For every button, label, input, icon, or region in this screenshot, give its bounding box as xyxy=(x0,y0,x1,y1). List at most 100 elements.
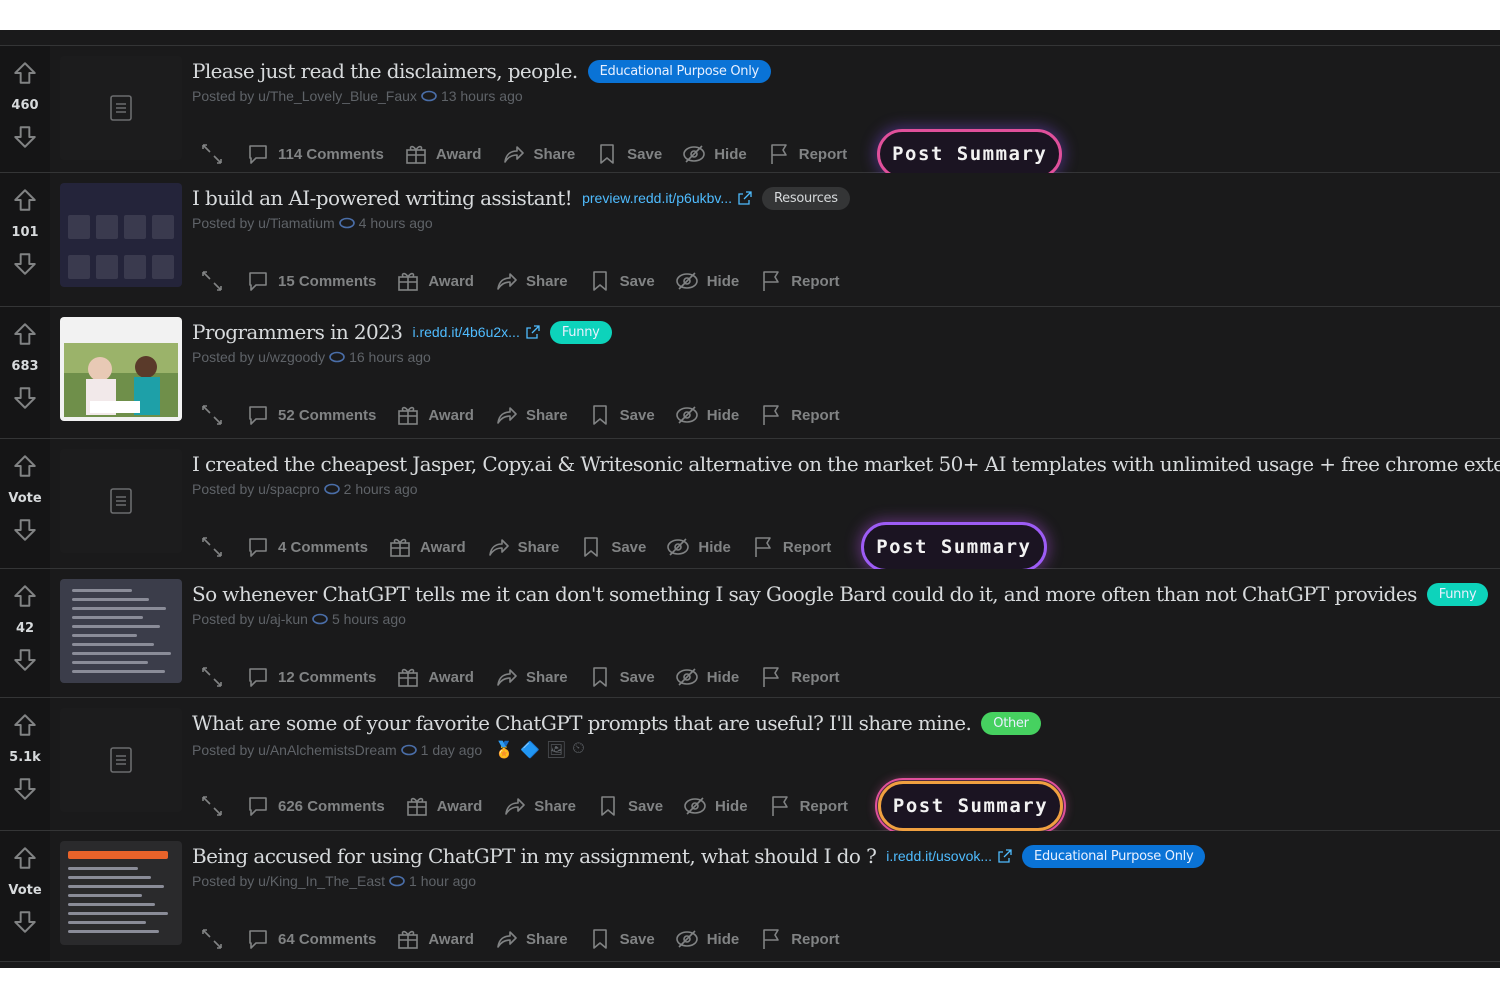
hide-button[interactable]: Hide xyxy=(665,921,750,957)
downvote-button[interactable] xyxy=(10,122,40,152)
post-card[interactable]: Vote Being accused for using ChatGPT in … xyxy=(0,831,1500,962)
post-author[interactable]: Posted by u/The_Lovely_Blue_Faux xyxy=(192,88,417,104)
expand-button[interactable] xyxy=(192,659,236,695)
post-title[interactable]: Being accused for using ChatGPT in my as… xyxy=(192,844,877,868)
expand-button[interactable] xyxy=(192,788,236,824)
post-summary-button[interactable]: Post Summary xyxy=(874,778,1067,834)
hide-button[interactable]: Hide xyxy=(665,263,750,299)
hide-button[interactable]: Hide xyxy=(665,397,750,433)
post-author[interactable]: Posted by u/aj-kun xyxy=(192,611,308,627)
comments-button[interactable]: 114 Comments xyxy=(236,136,394,172)
post-author[interactable]: Posted by u/spacpro xyxy=(192,481,320,497)
share-button[interactable]: Share xyxy=(484,263,578,299)
post-flair[interactable]: Educational Purpose Only xyxy=(587,59,771,83)
save-button[interactable]: Save xyxy=(586,788,673,824)
award-button[interactable]: Award xyxy=(386,397,484,433)
hide-button[interactable]: Hide xyxy=(673,788,758,824)
hide-button[interactable]: Hide xyxy=(672,136,757,172)
share-button[interactable]: Share xyxy=(484,659,578,695)
expand-button[interactable] xyxy=(192,397,236,433)
post-card[interactable]: 683 Programmers in 2023 i.redd.it/4b6u2x… xyxy=(0,307,1500,439)
hide-button[interactable]: Hide xyxy=(656,529,741,565)
award-button[interactable]: Award xyxy=(386,263,484,299)
share-button[interactable]: Share xyxy=(484,921,578,957)
external-link[interactable]: preview.redd.it/p6ukbv... xyxy=(582,190,752,206)
downvote-button[interactable] xyxy=(10,515,40,545)
share-button[interactable]: Share xyxy=(491,136,585,172)
comments-button[interactable]: 4 Comments xyxy=(236,529,378,565)
comments-button[interactable]: 52 Comments xyxy=(236,397,386,433)
post-flair[interactable]: Funny xyxy=(1426,582,1489,606)
post-summary-button[interactable]: Post Summary xyxy=(861,522,1047,572)
post-title[interactable]: I build an AI-powered writing assistant! xyxy=(192,186,573,210)
upvote-button[interactable] xyxy=(10,185,40,215)
post-author[interactable]: Posted by u/AnAlchemistsDream xyxy=(192,742,397,758)
save-button[interactable]: Save xyxy=(578,659,665,695)
award-button[interactable]: Award xyxy=(395,788,493,824)
comments-button[interactable]: 12 Comments xyxy=(236,659,386,695)
upvote-button[interactable] xyxy=(10,710,40,740)
post-flair[interactable]: Resources xyxy=(762,186,850,210)
downvote-button[interactable] xyxy=(10,645,40,675)
save-button[interactable]: Save xyxy=(569,529,656,565)
post-thumbnail[interactable] xyxy=(60,317,182,421)
post-title[interactable]: Please just read the disclaimers, people… xyxy=(192,59,578,83)
share-button[interactable]: Share xyxy=(476,529,570,565)
post-author[interactable]: Posted by u/King_In_The_East xyxy=(192,873,385,889)
downvote-button[interactable] xyxy=(10,907,40,937)
downvote-button[interactable] xyxy=(10,774,40,804)
expand-button[interactable] xyxy=(192,136,236,172)
report-button[interactable]: Report xyxy=(749,397,849,433)
post-thumbnail[interactable] xyxy=(60,708,182,812)
upvote-button[interactable] xyxy=(10,581,40,611)
share-button[interactable]: Share xyxy=(484,397,578,433)
post-title[interactable]: I created the cheapest Jasper, Copy.ai &… xyxy=(192,452,1500,476)
upvote-button[interactable] xyxy=(10,319,40,349)
save-button[interactable]: Save xyxy=(585,136,672,172)
external-link[interactable]: i.redd.it/usovok... xyxy=(886,848,1012,864)
report-button[interactable]: Report xyxy=(757,136,857,172)
report-button[interactable]: Report xyxy=(758,788,858,824)
comments-button[interactable]: 626 Comments xyxy=(236,788,395,824)
report-button[interactable]: Report xyxy=(749,263,849,299)
save-button[interactable]: Save xyxy=(578,263,665,299)
post-thumbnail[interactable] xyxy=(60,449,182,553)
report-button[interactable]: Report xyxy=(749,659,849,695)
share-button[interactable]: Share xyxy=(492,788,586,824)
post-card[interactable]: 101 I build an AI-powered writing assist… xyxy=(0,173,1500,307)
award-button[interactable]: Award xyxy=(394,136,492,172)
award-button[interactable]: Award xyxy=(386,921,484,957)
award-button[interactable]: Award xyxy=(378,529,476,565)
post-title[interactable]: So whenever ChatGPT tells me it can don'… xyxy=(192,582,1417,606)
post-author[interactable]: Posted by u/Tiamatium xyxy=(192,215,335,231)
upvote-button[interactable] xyxy=(10,843,40,873)
post-author[interactable]: Posted by u/wzgoody xyxy=(192,349,325,365)
post-card[interactable]: 42 So whenever ChatGPT tells me it can d… xyxy=(0,569,1500,698)
report-button[interactable]: Report xyxy=(749,921,849,957)
save-button[interactable]: Save xyxy=(578,397,665,433)
external-link[interactable]: i.redd.it/4b6u2x... xyxy=(412,324,540,340)
post-flair[interactable]: Funny xyxy=(549,320,612,344)
downvote-button[interactable] xyxy=(10,383,40,413)
post-flair[interactable]: Other xyxy=(981,711,1041,735)
post-card[interactable]: 5.1k What are some of your favorite Chat… xyxy=(0,698,1500,834)
upvote-button[interactable] xyxy=(10,58,40,88)
upvote-button[interactable] xyxy=(10,451,40,481)
post-thumbnail[interactable] xyxy=(60,56,182,160)
post-flair[interactable]: Educational Purpose Only xyxy=(1022,844,1206,868)
post-title[interactable]: Programmers in 2023 xyxy=(192,320,403,344)
post-thumbnail[interactable] xyxy=(60,579,182,683)
post-thumbnail[interactable] xyxy=(60,183,182,287)
expand-button[interactable] xyxy=(192,263,236,299)
comments-button[interactable]: 64 Comments xyxy=(236,921,386,957)
post-card[interactable]: Vote I created the cheapest Jasper, Copy… xyxy=(0,439,1500,572)
award-button[interactable]: Award xyxy=(386,659,484,695)
post-title[interactable]: What are some of your favorite ChatGPT p… xyxy=(192,711,972,735)
expand-button[interactable] xyxy=(192,529,236,565)
expand-button[interactable] xyxy=(192,921,236,957)
hide-button[interactable]: Hide xyxy=(665,659,750,695)
post-card[interactable]: 460 Please just read the disclaimers, pe… xyxy=(0,46,1500,179)
report-button[interactable]: Report xyxy=(741,529,841,565)
post-summary-button[interactable]: Post Summary xyxy=(877,129,1063,179)
save-button[interactable]: Save xyxy=(578,921,665,957)
